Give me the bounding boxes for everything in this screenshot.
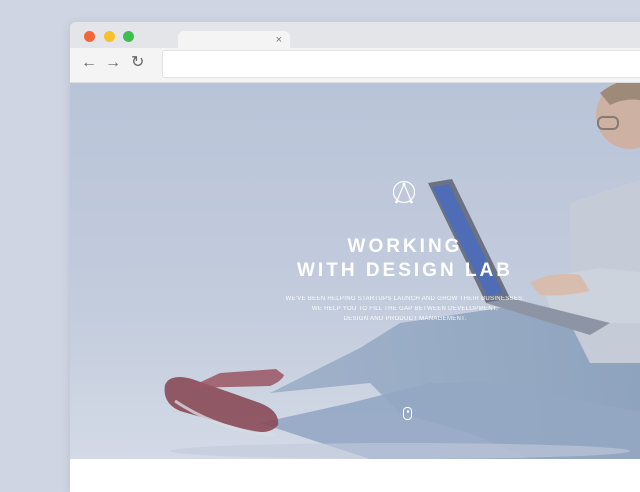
reload-icon[interactable]: ↻ (131, 53, 144, 73)
maximize-window-button[interactable] (123, 31, 134, 42)
browser-toolbar: ← → ↻ (70, 48, 640, 83)
hero-subtitle-line-2: WE HELP YOU TO FILL THE GAP BETWEEN DEVE… (311, 306, 499, 312)
page-content-section (70, 459, 640, 492)
minimize-window-button[interactable] (104, 31, 115, 42)
hero-title-line-2: WITH DESIGN LAB (297, 260, 513, 281)
hero-title-line-1: WORKING (347, 236, 463, 257)
page-viewport: WORKING WITH DESIGN LAB WE'VE BEEN HELPI… (70, 83, 640, 492)
forward-arrow-icon[interactable]: → (105, 53, 121, 73)
tab-close-icon[interactable]: × (276, 32, 282, 48)
back-arrow-icon[interactable]: ← (81, 53, 97, 73)
triangle-logo-icon (392, 180, 416, 211)
mouse-scroll-icon[interactable] (403, 407, 412, 420)
browser-window: × ← → ↻ WORKING WITH DESIGN LAB WE'VE BE… (70, 22, 640, 492)
hero-subtitle-line-1: WE'VE BEEN HELPING STARTUPS LAUNCH AND G… (285, 296, 525, 302)
address-bar[interactable] (162, 50, 640, 78)
hero-subtitle-line-3: DESIGN AND PRODUCT MANAGEMENT. (343, 316, 467, 322)
close-window-button[interactable] (84, 31, 95, 42)
title-bar: × (70, 22, 640, 50)
